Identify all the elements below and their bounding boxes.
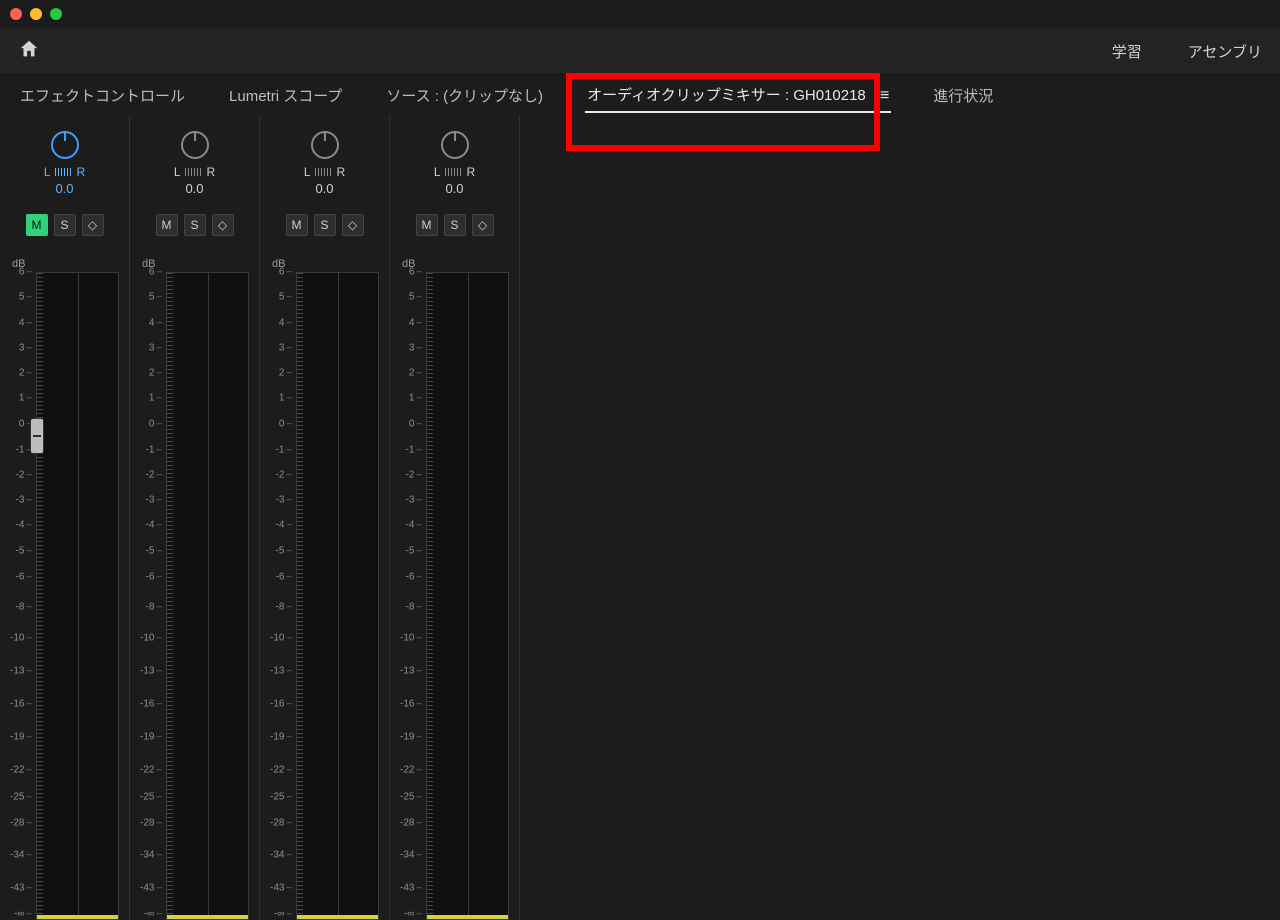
level-meter (36, 272, 119, 920)
pan-lr-label: LR (434, 165, 475, 179)
workspace-learn[interactable]: 学習 (1112, 41, 1142, 62)
audio-clip-mixer-panel: LR 0.0 M S ◇ dB 6543210-1-2-3-4-5-6-8-10… (0, 115, 1280, 920)
solo-button[interactable]: S (54, 214, 76, 236)
mixer-channel-3: LR 0.0 M S ◇ dB 6543210-1-2-3-4-5-6-8-10… (260, 115, 390, 920)
pan-knob[interactable] (51, 131, 79, 159)
pan-knob[interactable] (311, 131, 339, 159)
solo-button[interactable]: S (314, 214, 336, 236)
mute-button[interactable]: M (156, 214, 178, 236)
pan-value: 0.0 (55, 181, 73, 196)
solo-button[interactable]: S (184, 214, 206, 236)
level-meter (296, 272, 379, 920)
workspace-switcher: 学習 アセンブリ (1112, 41, 1262, 62)
fx-button[interactable]: ◇ (82, 214, 104, 236)
pan-lr-label: LR (44, 165, 85, 179)
home-icon[interactable] (18, 38, 40, 65)
pan-value: 0.0 (315, 181, 333, 196)
fx-button[interactable]: ◇ (472, 214, 494, 236)
meter-scale: 6543210-1-2-3-4-5-6-8-10-13-16-19-22-25-… (396, 272, 426, 920)
pan-value: 0.0 (445, 181, 463, 196)
pan-lr-label: LR (304, 165, 345, 179)
mute-button[interactable]: M (26, 214, 48, 236)
solo-button[interactable]: S (444, 214, 466, 236)
meter-scale: 6543210-1-2-3-4-5-6-8-10-13-16-19-22-25-… (266, 272, 296, 920)
mixer-channel-1: LR 0.0 M S ◇ dB 6543210-1-2-3-4-5-6-8-10… (0, 115, 130, 920)
tab-source[interactable]: ソース : (クリップなし) (384, 79, 545, 112)
tab-audio-clip-mixer-label: オーディオクリップミキサー : GH010218 (587, 87, 866, 104)
workspace-assembly[interactable]: アセンブリ (1188, 41, 1262, 62)
pan-knob[interactable] (181, 131, 209, 159)
window-close-button[interactable] (10, 8, 22, 20)
mixer-channel-4: LR 0.0 M S ◇ dB 6543210-1-2-3-4-5-6-8-10… (390, 115, 520, 920)
app-topbar: 学習 アセンブリ (0, 28, 1280, 75)
fx-button[interactable]: ◇ (342, 214, 364, 236)
window-minimize-button[interactable] (30, 8, 42, 20)
tab-lumetri-scopes[interactable]: Lumetri スコープ (227, 79, 344, 112)
meter-scale: 6543210-1-2-3-4-5-6-8-10-13-16-19-22-25-… (136, 272, 166, 920)
panel-menu-icon[interactable]: ≡ (880, 87, 889, 104)
mute-button[interactable]: M (286, 214, 308, 236)
pan-knob[interactable] (441, 131, 469, 159)
tab-audio-clip-mixer[interactable]: オーディオクリップミキサー : GH010218 ≡ (585, 78, 891, 113)
pan-value: 0.0 (185, 181, 203, 196)
mute-button[interactable]: M (416, 214, 438, 236)
panel-tabbar: エフェクトコントロール Lumetri スコープ ソース : (クリップなし) … (0, 75, 1280, 115)
tab-progress[interactable]: 進行状況 (931, 79, 995, 112)
mixer-channel-2: LR 0.0 M S ◇ dB 6543210-1-2-3-4-5-6-8-10… (130, 115, 260, 920)
window-zoom-button[interactable] (50, 8, 62, 20)
meter-scale: 6543210-1-2-3-4-5-6-8-10-13-16-19-22-25-… (6, 272, 36, 920)
pan-lr-label: LR (174, 165, 215, 179)
level-meter (166, 272, 249, 920)
volume-fader[interactable] (30, 418, 44, 454)
tab-effect-controls[interactable]: エフェクトコントロール (18, 79, 187, 112)
fx-button[interactable]: ◇ (212, 214, 234, 236)
level-meter (426, 272, 509, 920)
window-titlebar (0, 0, 1280, 28)
